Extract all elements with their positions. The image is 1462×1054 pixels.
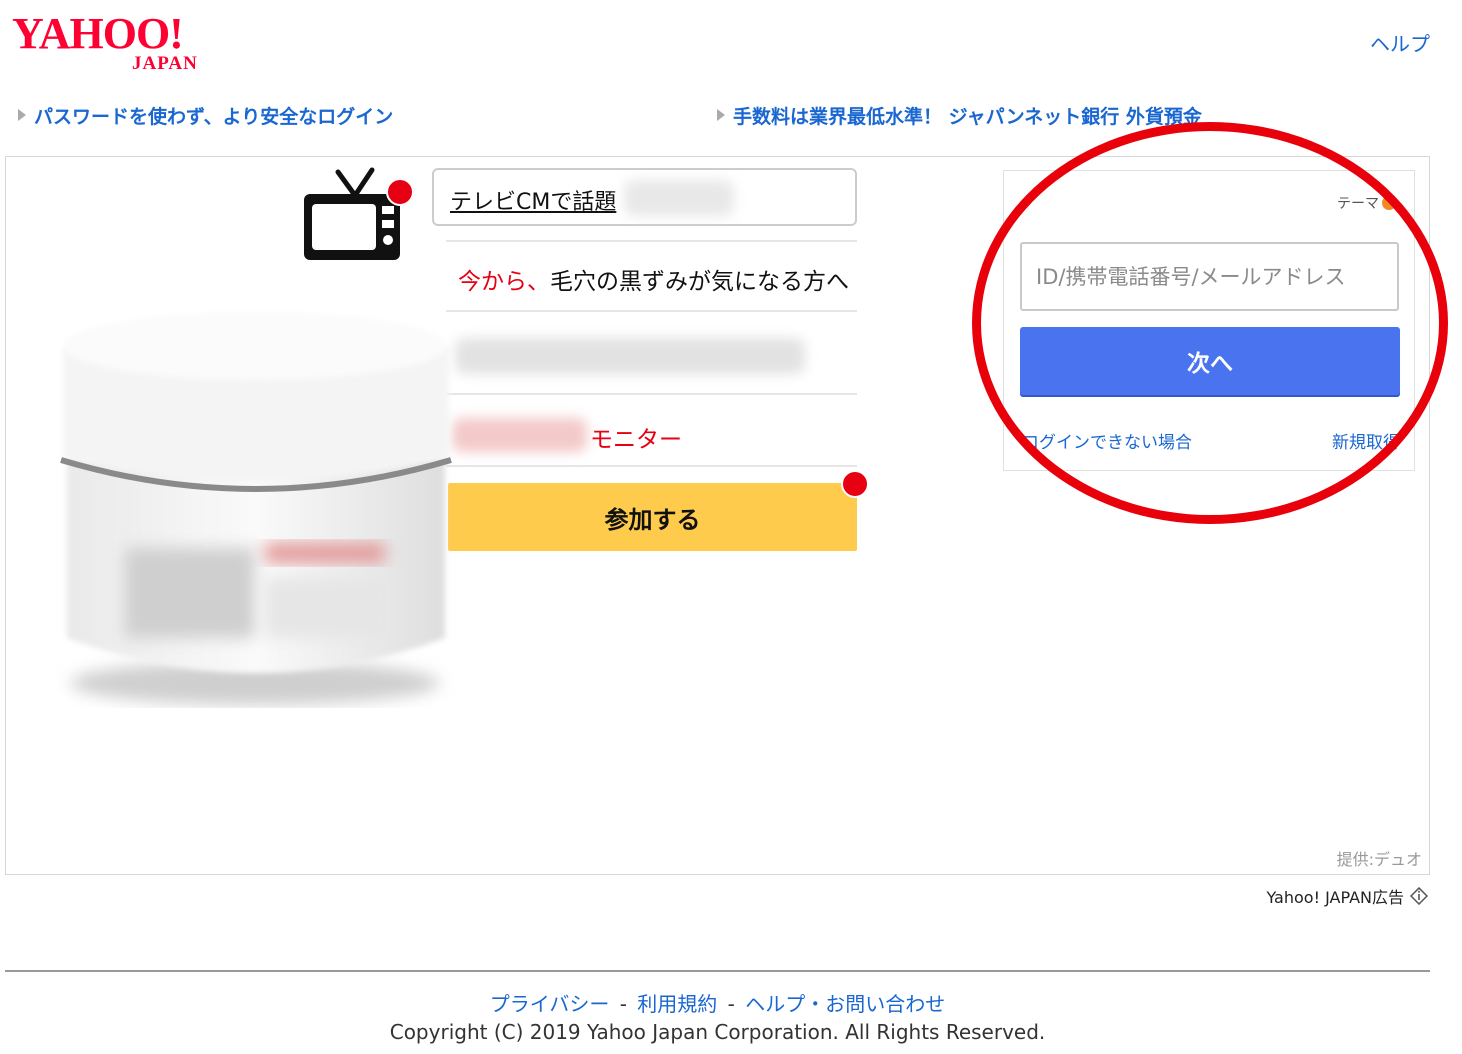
footer-divider [5,970,1430,972]
blurred-product-name [455,338,805,374]
bubble-text: テレビCMで話題 [450,190,617,215]
join-button[interactable]: 参加する [448,483,857,551]
yahoo-ad-label[interactable]: Yahoo! JAPAN広告 [1266,884,1428,908]
theme-label: テーマ [1337,196,1379,212]
register-link[interactable]: 新規取得 [1332,428,1400,453]
blurred-region [624,180,734,216]
product-jar-image[interactable] [55,308,460,708]
ad-headline-dark: 毛穴の黒ずみが気になる方へ [550,269,849,295]
promo-label: 手数料は業界最低水準！ ジャパンネット銀行 外貨預金 [733,106,1202,128]
info-icon[interactable] [1410,887,1428,905]
copyright-text: Copyright (C) 2019 Yahoo Japan Corporati… [389,1020,1046,1044]
help-contact-link[interactable]: ヘルプ・お問い合わせ [745,992,945,1016]
login-panel: テーマ 次へ ログインできない場合 新規取得 [1003,170,1415,471]
promo-link-passwordless[interactable]: パスワードを使わず、より安全なログイン [18,102,393,129]
speech-bubble[interactable]: テレビCMで話題 [432,168,857,226]
terms-link[interactable]: 利用規約 [637,992,717,1016]
promo-label: パスワードを使わず、より安全なログイン [34,106,394,128]
privacy-link[interactable]: プライバシー [490,992,610,1016]
theme-switcher[interactable]: テーマ [1337,193,1396,213]
ad-headline-red: 今から、 [458,269,550,295]
ad-headline: 今から、毛穴の黒ずみが気になる方へ [458,262,849,296]
ad-provider: 提供:デュオ [1336,850,1422,869]
footer-separator: - [727,992,735,1016]
divider [446,240,857,242]
help-link[interactable]: ヘルプ [1370,28,1430,57]
ad-label-text: Yahoo! JAPAN広告 [1266,888,1404,907]
ad-monitor-text: モニター [590,420,682,454]
divider [446,393,857,395]
divider [446,310,857,312]
monitor-label: モニター [590,427,682,453]
triangle-right-icon [18,109,26,121]
blurred-brand-name [452,418,587,452]
divider [446,465,857,467]
notification-dot [386,178,414,206]
next-button[interactable]: 次へ [1020,327,1400,395]
logo-main-text: YAHOO! [12,9,184,58]
logo-sub-text: JAPAN [132,53,198,74]
theme-icon [1382,196,1396,210]
triangle-right-icon [717,109,725,121]
footer-links: プライバシー - 利用規約 - ヘルプ・お問い合わせ [0,988,1435,1017]
promo-link-bank[interactable]: 手数料は業界最低水準！ ジャパンネット銀行 外貨預金 [717,102,1202,129]
id-input[interactable] [1020,242,1399,311]
yahoo-japan-logo[interactable]: YAHOO! JAPAN [12,9,222,74]
footer-separator: - [619,992,627,1016]
cannot-login-link[interactable]: ログインできない場合 [1022,428,1192,453]
notification-dot [841,470,869,498]
